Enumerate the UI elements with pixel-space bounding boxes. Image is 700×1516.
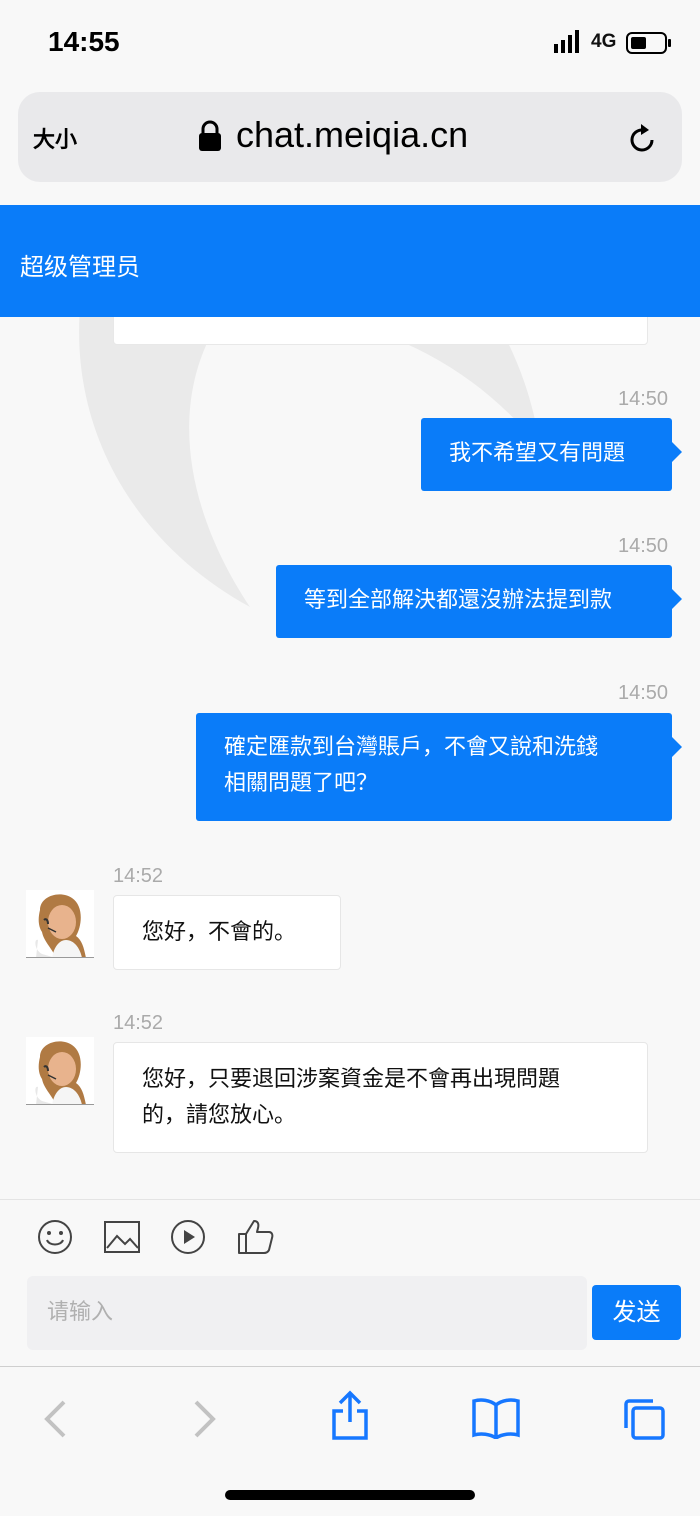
message-text: 您好，不會的。 <box>142 920 297 945</box>
status-bar: 14:55 4G <box>0 0 700 86</box>
bubble-tail <box>672 737 682 757</box>
text-size-button[interactable]: 大小 <box>33 122 77 154</box>
back-icon[interactable] <box>42 1399 68 1439</box>
send-button[interactable]: 发送 <box>592 1285 681 1340</box>
reload-icon[interactable] <box>628 122 658 154</box>
bookmarks-icon[interactable] <box>472 1397 520 1439</box>
composer-divider <box>0 1199 700 1200</box>
message-time: 14:50 <box>618 682 669 704</box>
forward-icon[interactable] <box>192 1399 218 1439</box>
message-time: 14:52 <box>113 1012 164 1034</box>
message-text-line: 確定匯款到台灣賬戶，不會又說和洗錢 <box>224 735 599 760</box>
chat-header-title: 超级管理员 <box>20 253 140 281</box>
image-icon[interactable] <box>103 1220 141 1254</box>
message-time: 14:50 <box>618 388 669 410</box>
cellular-signal-icon <box>554 30 579 53</box>
agent-avatar[interactable] <box>26 1037 94 1105</box>
home-indicator <box>225 1490 475 1500</box>
address-bar[interactable]: 大小 chat.meiqia.cn <box>18 92 682 182</box>
url-text[interactable]: chat.meiqia.cn <box>236 114 468 156</box>
chat-header: 超级管理员 <box>0 205 700 317</box>
bubble-tail <box>672 442 682 462</box>
bubble-tail <box>672 589 682 609</box>
message-text-line: 的，請您放心。 <box>142 1103 297 1128</box>
message-input[interactable]: 请输入 <box>27 1276 587 1350</box>
play-video-icon[interactable] <box>170 1219 206 1255</box>
outgoing-message-bubble[interactable]: 確定匯款到台灣賬戶，不會又說和洗錢 相關問題了吧？ <box>196 713 682 821</box>
network-label: 4G <box>591 31 617 52</box>
lock-icon <box>199 120 221 151</box>
status-time: 14:55 <box>48 26 120 57</box>
agent-avatar[interactable] <box>26 890 94 958</box>
tabs-icon[interactable] <box>622 1397 666 1441</box>
message-time: 14:52 <box>113 865 164 887</box>
previous-message-bubble <box>113 317 648 345</box>
thumbs-up-icon[interactable] <box>237 1219 275 1255</box>
emoji-icon[interactable] <box>37 1219 73 1255</box>
message-text: 我不希望又有問題 <box>449 441 626 466</box>
message-text: 等到全部解決都還沒辦法提到款 <box>304 588 613 613</box>
share-icon[interactable] <box>330 1389 370 1441</box>
message-text-line: 您好，只要退回涉案資金是不會再出現問題 <box>142 1067 561 1092</box>
battery-icon <box>626 32 671 54</box>
agent-avatar-image <box>26 890 94 957</box>
agent-avatar-image <box>26 1037 94 1104</box>
message-time: 14:50 <box>618 535 669 557</box>
message-list[interactable]: 14:50 我不希望又有問題 14:50 等到全部解決都還沒辦法提到款 14:5… <box>0 317 700 1200</box>
message-text-line: 相關問題了吧？ <box>224 771 379 796</box>
incoming-message-bubble[interactable]: 您好，只要退回涉案資金是不會再出現問題 的，請您放心。 <box>113 1042 648 1153</box>
incoming-message-bubble[interactable]: 您好，不會的。 <box>113 895 341 970</box>
outgoing-message-bubble[interactable]: 等到全部解決都還沒辦法提到款 <box>276 565 682 638</box>
outgoing-message-bubble[interactable]: 我不希望又有問題 <box>421 418 682 491</box>
